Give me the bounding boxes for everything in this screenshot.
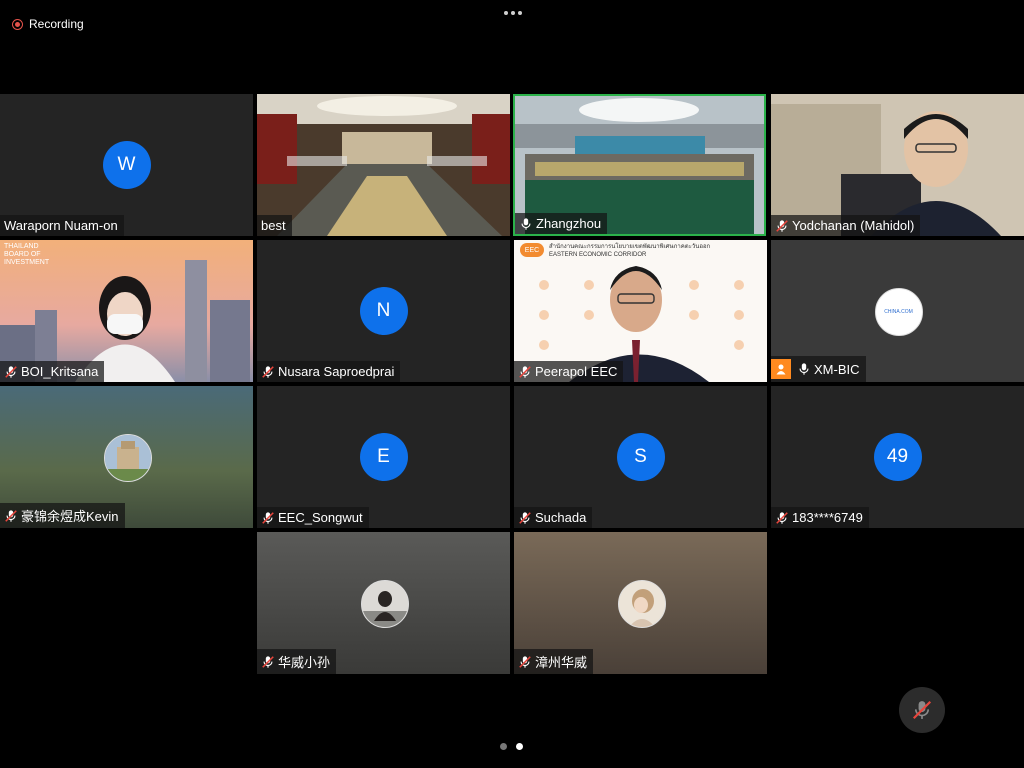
participant-name: Nusara Saproedprai [278, 364, 395, 379]
avatar [103, 434, 152, 482]
microphone-icon [519, 217, 533, 231]
participant-name: Suchada [535, 510, 587, 525]
microphone-muted-icon [912, 700, 932, 720]
page-indicator [500, 743, 523, 750]
recording-indicator: Recording [12, 17, 84, 31]
participant-name: Waraporn Nuam-on [4, 218, 118, 233]
microphone-muted-icon [261, 365, 275, 379]
banner-text: สำนักงานคณะกรรมการนโยบายเขตพัฒนาพิเศษภาค… [549, 244, 711, 250]
participant-name: best [261, 218, 286, 233]
ellipsis-icon [504, 11, 508, 15]
avatar-logo: CHINA.COM [884, 309, 913, 315]
participant-name-tag: Suchada [514, 507, 593, 528]
microphone-muted-icon [518, 655, 532, 669]
recording-label: Recording [29, 17, 84, 31]
participant-name-tag: Nusara Saproedprai [257, 361, 401, 382]
participant-name-tag: Zhangzhou [515, 213, 608, 234]
video-tile[interactable]: S Suchada [514, 386, 767, 528]
participant-name: Yodchanan (Mahidol) [792, 218, 915, 233]
microphone-muted-icon [775, 511, 789, 525]
avatar: S [616, 433, 665, 481]
participant-name-tag: best [257, 215, 292, 236]
video-tile[interactable]: 豪锦余煜成Kevin [0, 386, 253, 528]
participant-name-tag: 183****6749 [771, 507, 869, 528]
participant-name-tag: Peerapol EEC [514, 361, 624, 382]
video-tile-active-speaker[interactable]: Zhangzhou [513, 94, 766, 236]
participant-name-tag: 华威小孙 [257, 649, 337, 674]
avatar: W [102, 141, 151, 189]
participant-name: 漳州华威 [535, 655, 588, 670]
participant-name-tag: EEC_Songwut [257, 507, 369, 528]
video-tile[interactable]: CHINA.COM XM-BIC [771, 240, 1024, 382]
microphone-muted-icon [4, 509, 18, 523]
microphone-muted-icon [518, 365, 532, 379]
banner-subtext: EASTERN ECONOMIC CORRIDOR [549, 252, 647, 258]
page-dot-1[interactable] [500, 743, 507, 750]
participant-name-tag: 漳州华威 [514, 649, 594, 674]
video-tile[interactable]: THAILAND BOARD OF INVESTMENT BOI_Kritsan… [0, 240, 253, 382]
video-tile[interactable]: 漳州华威 [514, 532, 767, 674]
video-tile[interactable]: 49 183****6749 [771, 386, 1024, 528]
video-tile[interactable]: N Nusara Saproedprai [257, 240, 510, 382]
participant-name-tag: XM-BIC [771, 356, 866, 382]
participant-name: Zhangzhou [536, 216, 602, 231]
avatar: N [359, 287, 408, 335]
person-icon [771, 359, 791, 379]
microphone-icon [797, 362, 811, 376]
participant-name-tag: BOI_Kritsana [0, 361, 105, 382]
conference-room-video [257, 94, 510, 236]
unmute-button[interactable] [899, 687, 945, 733]
video-tile[interactable]: EEC สำนักงานคณะกรรมการนโยบายเขตพัฒนาพิเศ… [514, 240, 767, 382]
video-tile[interactable]: best [257, 94, 510, 236]
participant-name: 183****6749 [792, 510, 863, 525]
participant-name: 华威小孙 [278, 655, 331, 670]
participant-name: 豪锦余煜成Kevin [21, 509, 119, 524]
participant-name-tag: Waraporn Nuam-on [0, 215, 124, 236]
record-icon [12, 18, 23, 30]
avatar [360, 580, 409, 628]
microphone-muted-icon [261, 511, 275, 525]
participant-name: Peerapol EEC [535, 364, 618, 379]
microphone-muted-icon [261, 655, 275, 669]
eec-logo: EEC [520, 243, 544, 257]
participant-name: BOI_Kritsana [21, 364, 99, 379]
avatar: CHINA.COM [874, 288, 923, 336]
video-tile[interactable]: E EEC_Songwut [257, 386, 510, 528]
participant-name-tag: 豪锦余煜成Kevin [0, 503, 125, 528]
microphone-muted-icon [518, 511, 532, 525]
microphone-muted-icon [775, 219, 789, 233]
page-dot-2[interactable] [516, 743, 523, 750]
board-of-investment-logo: THAILAND BOARD OF INVESTMENT [4, 243, 50, 266]
avatar: 49 [873, 433, 922, 481]
video-tile[interactable]: 华威小孙 [257, 532, 510, 674]
participant-name: XM-BIC [814, 361, 860, 377]
participant-name-tag: Yodchanan (Mahidol) [771, 215, 921, 236]
avatar [617, 580, 666, 628]
avatar: E [359, 433, 408, 481]
microphone-muted-icon [4, 365, 18, 379]
participant-name: EEC_Songwut [278, 510, 363, 525]
more-options-button[interactable] [502, 9, 524, 17]
video-tile[interactable]: Yodchanan (Mahidol) [771, 94, 1024, 236]
video-tile[interactable]: W Waraporn Nuam-on [0, 94, 253, 236]
